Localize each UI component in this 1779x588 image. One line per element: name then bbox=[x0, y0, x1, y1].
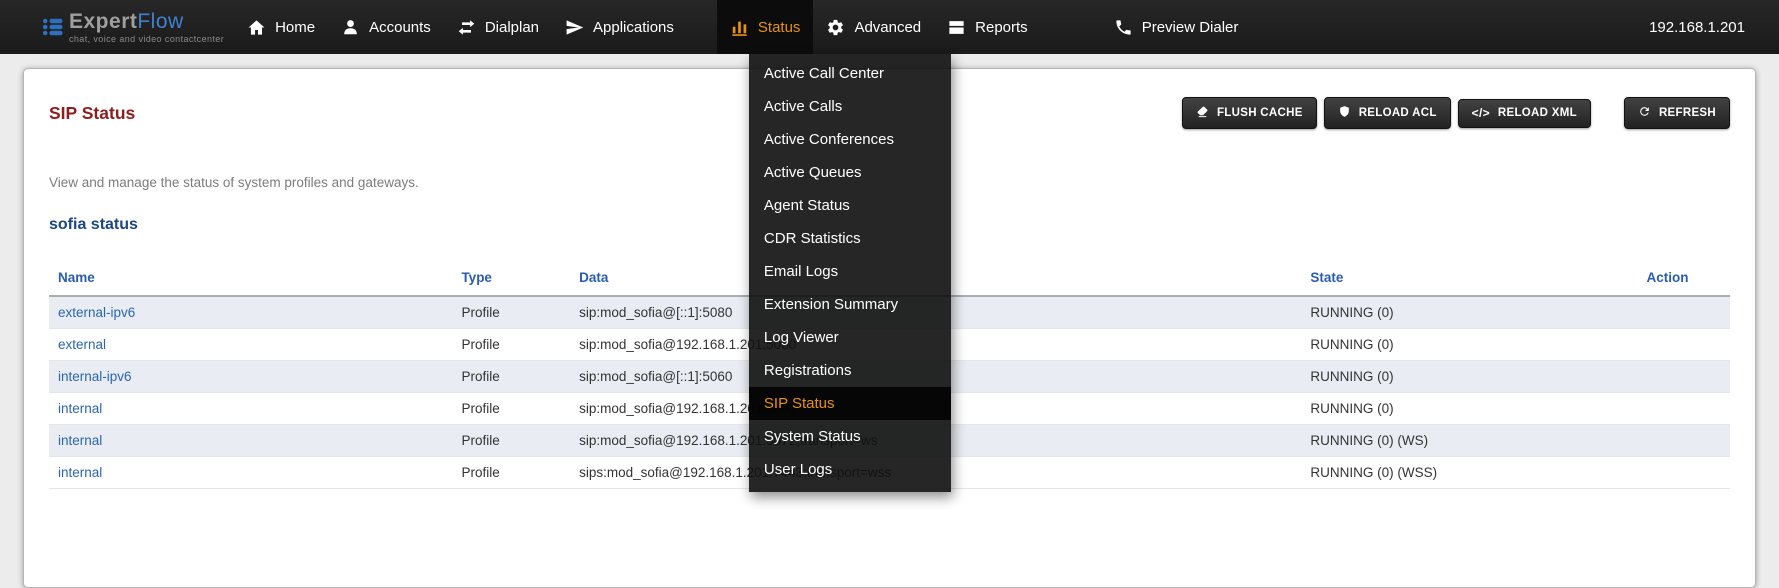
menu-item-active-conferences[interactable]: Active Conferences bbox=[749, 123, 951, 156]
nav-item-preview-dialer[interactable]: Preview Dialer bbox=[1101, 0, 1252, 54]
menu-item-system-status[interactable]: System Status bbox=[749, 420, 951, 453]
paper-plane-icon bbox=[565, 18, 584, 37]
menu-item-active-call-center[interactable]: Active Call Center bbox=[749, 57, 951, 90]
cell-action bbox=[1638, 296, 1730, 329]
menu-item-user-logs[interactable]: User Logs bbox=[749, 453, 951, 486]
page-title: SIP Status bbox=[49, 103, 135, 124]
menu-item-log-viewer[interactable]: Log Viewer bbox=[749, 321, 951, 354]
cell-type: Profile bbox=[452, 393, 570, 425]
shield-icon bbox=[1338, 105, 1351, 121]
button-label: RELOAD ACL bbox=[1359, 107, 1437, 119]
server-ip: 192.168.1.201 bbox=[1649, 0, 1745, 54]
nav-item-accounts[interactable]: Accounts bbox=[328, 0, 444, 54]
menu-item-active-calls[interactable]: Active Calls bbox=[749, 90, 951, 123]
profile-link[interactable]: internal bbox=[58, 465, 102, 480]
cell-state: RUNNING (0) bbox=[1301, 296, 1637, 329]
nav-item-status[interactable]: Status Active Call Center Active Calls A… bbox=[717, 0, 814, 54]
logo-text: ExpertFlow chat, voice and video contact… bbox=[69, 11, 224, 44]
menu-item-agent-status[interactable]: Agent Status bbox=[749, 189, 951, 222]
menu-item-registrations[interactable]: Registrations bbox=[749, 354, 951, 387]
nav-label-home: Home bbox=[275, 19, 315, 36]
main-nav: Home Accounts Dialplan Applications Stat… bbox=[234, 0, 1251, 54]
cell-type: Profile bbox=[452, 296, 570, 329]
menu-item-sip-status[interactable]: SIP Status bbox=[749, 387, 951, 420]
swap-arrows-icon bbox=[457, 18, 476, 37]
profile-link[interactable]: internal bbox=[58, 433, 102, 448]
menu-item-email-logs[interactable]: Email Logs bbox=[749, 255, 951, 288]
cell-state: RUNNING (0) bbox=[1301, 361, 1637, 393]
menu-item-cdr-statistics[interactable]: CDR Statistics bbox=[749, 222, 951, 255]
logo-wordmark: ExpertFlow bbox=[69, 11, 224, 32]
column-header-name: Name bbox=[49, 262, 452, 296]
cell-action bbox=[1638, 329, 1730, 361]
refresh-button[interactable]: REFRESH bbox=[1624, 97, 1730, 129]
nav-item-home[interactable]: Home bbox=[234, 0, 328, 54]
profile-link[interactable]: external-ipv6 bbox=[58, 305, 135, 320]
cell-name: external bbox=[49, 329, 452, 361]
refresh-icon bbox=[1638, 105, 1651, 121]
menu-item-extension-summary[interactable]: Extension Summary bbox=[749, 288, 951, 321]
brand-logo[interactable]: ExpertFlow chat, voice and video contact… bbox=[42, 11, 224, 44]
status-dropdown-menu: Active Call Center Active Calls Active C… bbox=[749, 54, 951, 492]
logo-flow: Flow bbox=[137, 10, 183, 33]
cell-name: internal bbox=[49, 425, 452, 457]
column-header-state: State bbox=[1301, 262, 1637, 296]
cell-type: Profile bbox=[452, 329, 570, 361]
home-icon bbox=[247, 18, 266, 37]
nav-item-advanced[interactable]: Advanced bbox=[813, 0, 934, 54]
button-label: REFRESH bbox=[1659, 107, 1716, 119]
profile-link[interactable]: internal-ipv6 bbox=[58, 369, 132, 384]
code-icon: </> bbox=[1472, 107, 1490, 120]
cell-action bbox=[1638, 425, 1730, 457]
flush-cache-button[interactable]: FLUSH CACHE bbox=[1182, 97, 1317, 129]
nav-label-dialplan: Dialplan bbox=[485, 19, 539, 36]
nav-label-reports: Reports bbox=[975, 19, 1028, 36]
reload-acl-button[interactable]: RELOAD ACL bbox=[1324, 97, 1451, 129]
cell-name: internal bbox=[49, 457, 452, 489]
button-label: RELOAD XML bbox=[1498, 107, 1577, 119]
menu-item-active-queues[interactable]: Active Queues bbox=[749, 156, 951, 189]
navbar: ExpertFlow chat, voice and video contact… bbox=[0, 0, 1779, 54]
cell-type: Profile bbox=[452, 457, 570, 489]
nav-item-applications[interactable]: Applications bbox=[552, 0, 687, 54]
button-label: FLUSH CACHE bbox=[1217, 107, 1303, 119]
cell-action bbox=[1638, 457, 1730, 489]
cell-state: RUNNING (0) (WS) bbox=[1301, 425, 1637, 457]
gear-icon bbox=[826, 18, 845, 37]
nav-item-reports[interactable]: Reports bbox=[934, 0, 1041, 54]
column-header-action: Action bbox=[1638, 262, 1730, 296]
person-icon bbox=[341, 18, 360, 37]
cell-action bbox=[1638, 361, 1730, 393]
bar-chart-icon bbox=[730, 18, 749, 37]
nav-label-accounts: Accounts bbox=[369, 19, 431, 36]
cell-name: internal-ipv6 bbox=[49, 361, 452, 393]
logo-tagline: chat, voice and video contactcenter bbox=[69, 34, 224, 44]
cell-state: RUNNING (0) bbox=[1301, 393, 1637, 425]
cell-type: Profile bbox=[452, 425, 570, 457]
nav-item-dialplan[interactable]: Dialplan bbox=[444, 0, 552, 54]
nav-label-applications: Applications bbox=[593, 19, 674, 36]
phone-icon bbox=[1114, 18, 1133, 37]
cell-name: external-ipv6 bbox=[49, 296, 452, 329]
cell-name: internal bbox=[49, 393, 452, 425]
cell-type: Profile bbox=[452, 361, 570, 393]
profile-link[interactable]: external bbox=[58, 337, 106, 352]
logo-expert: Expert bbox=[69, 10, 137, 33]
cell-state: RUNNING (0) (WSS) bbox=[1301, 457, 1637, 489]
nav-label-advanced: Advanced bbox=[854, 19, 921, 36]
profile-link[interactable]: internal bbox=[58, 401, 102, 416]
column-header-type: Type bbox=[452, 262, 570, 296]
action-buttons: FLUSH CACHE RELOAD ACL </> RELOAD XML RE… bbox=[1182, 97, 1730, 129]
nav-label-preview-dialer: Preview Dialer bbox=[1142, 19, 1239, 36]
eraser-icon bbox=[1196, 105, 1209, 121]
reload-xml-button[interactable]: </> RELOAD XML bbox=[1458, 99, 1591, 128]
cell-action bbox=[1638, 393, 1730, 425]
archive-icon bbox=[947, 18, 966, 37]
cell-state: RUNNING (0) bbox=[1301, 329, 1637, 361]
nav-label-status: Status bbox=[758, 19, 801, 36]
expertflow-dots-icon bbox=[42, 16, 64, 38]
